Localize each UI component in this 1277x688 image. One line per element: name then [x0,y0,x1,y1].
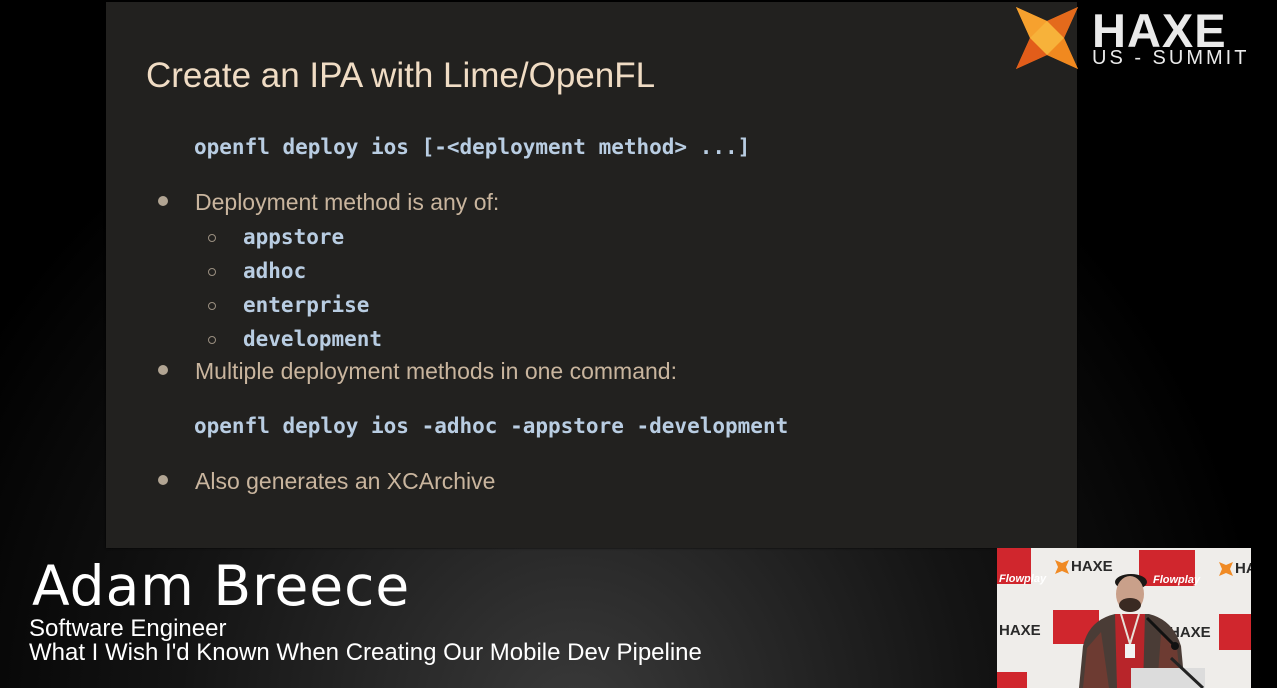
bullet-text: Multiple deployment methods in one comma… [195,358,677,384]
speaker-name: Adam Breece [32,554,411,618]
video-frame: Create an IPA with Lime/OpenFL openfl de… [0,0,1277,688]
sub-item-text: development [243,327,383,351]
command-example: openfl deploy ios -adhoc -appstore -deve… [194,414,789,438]
slide-title: Create an IPA with Lime/OpenFL [146,56,656,95]
bullet-dot-icon [158,365,168,375]
sub-bullet-ring-icon [208,336,216,344]
speaker-camera-feed: Flowplay HAXE Flowplay HAXE HAXE HAXE [997,548,1251,688]
sub-item-text: adhoc [243,259,307,283]
command-syntax: openfl deploy ios [-<deployment method> … [194,135,751,159]
sub-bullet-ring-icon [208,234,216,242]
presentation-slide: Create an IPA with Lime/OpenFL openfl de… [106,2,1077,548]
sub-bullet-ring-icon [208,268,216,276]
sub-item-text: enterprise [243,293,370,317]
speaker-figure [1079,574,1205,688]
bullet-text: Deployment method is any of: [195,189,500,215]
sub-item-text: appstore [243,225,345,249]
bullet-text: Also generates an XCArchive [195,468,496,494]
talk-title: What I Wish I'd Known When Creating Our … [29,639,702,666]
bullet-dot-icon [158,196,168,206]
haxe-logo-icon [1016,7,1078,69]
bullet-dot-icon [158,475,168,485]
sub-bullet-ring-icon [208,302,216,310]
logo-subtitle: US - SUMMIT [1092,47,1250,69]
haxe-summit-logo: HAXE US - SUMMIT [1014,4,1254,71]
